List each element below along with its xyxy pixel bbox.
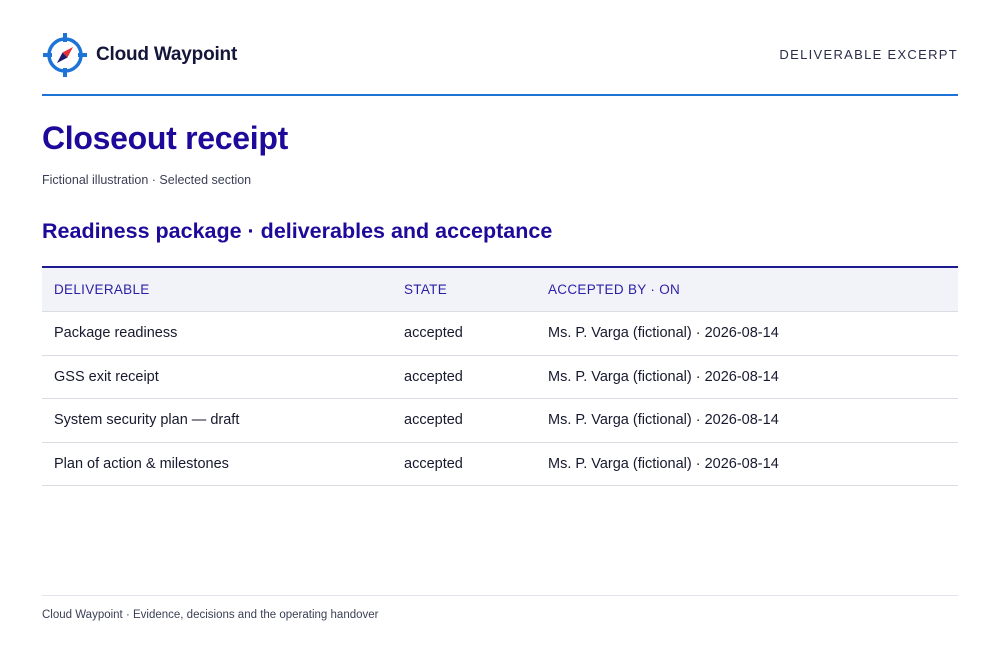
page-subtitle: Fictional illustration · Selected sectio… — [42, 173, 252, 187]
column-header-accepted-by-on: ACCEPTED BY · ON — [548, 282, 681, 297]
table-header-row: DELIVERABLE STATE ACCEPTED BY · ON — [42, 268, 958, 312]
column-header-state: STATE — [404, 282, 448, 297]
state-cell: accepted — [404, 412, 463, 429]
table-row: GSS exit receipt accepted Ms. P. Varga (… — [42, 356, 958, 399]
brand: Cloud Waypoint — [42, 32, 237, 78]
accepted-by-cell: Ms. P. Varga (fictional) · 2026-08-14 — [548, 412, 779, 429]
table-row: System security plan — draft accepted Ms… — [42, 399, 958, 443]
page-footer: Cloud Waypoint · Evidence, decisions and… — [42, 595, 958, 621]
document-page: Cloud Waypoint DELIVERABLE EXCERPT Close… — [0, 0, 1000, 650]
deliverable-cell: GSS exit receipt — [54, 368, 159, 385]
deliverable-cell: System security plan — draft — [54, 412, 240, 429]
deliverable-cell: Plan of action & milestones — [54, 455, 229, 472]
section-title: Readiness package · deliverables and acc… — [42, 219, 553, 243]
deliverable-excerpt-label: DELIVERABLE EXCERPT — [779, 47, 958, 62]
page-header: Cloud Waypoint DELIVERABLE EXCERPT — [42, 30, 958, 96]
page-title: Closeout receipt — [42, 120, 288, 156]
table-row: Package readiness accepted Ms. P. Varga … — [42, 312, 958, 356]
accepted-by-cell: Ms. P. Varga (fictional) · 2026-08-14 — [548, 325, 779, 342]
brand-name: Cloud Waypoint — [96, 44, 238, 65]
deliverable-cell: Package readiness — [54, 325, 178, 342]
accepted-by-cell: Ms. P. Varga (fictional) · 2026-08-14 — [548, 455, 779, 472]
accepted-by-cell: Ms. P. Varga (fictional) · 2026-08-14 — [548, 368, 779, 385]
deliverables-table: DELIVERABLE STATE ACCEPTED BY · ON Packa… — [42, 266, 958, 486]
state-cell: accepted — [404, 455, 463, 472]
state-cell: accepted — [404, 368, 463, 385]
column-header-deliverable: DELIVERABLE — [54, 282, 150, 297]
compass-icon — [43, 33, 87, 77]
table-row: Plan of action & milestones accepted Ms.… — [42, 443, 958, 486]
state-cell: accepted — [404, 325, 463, 342]
